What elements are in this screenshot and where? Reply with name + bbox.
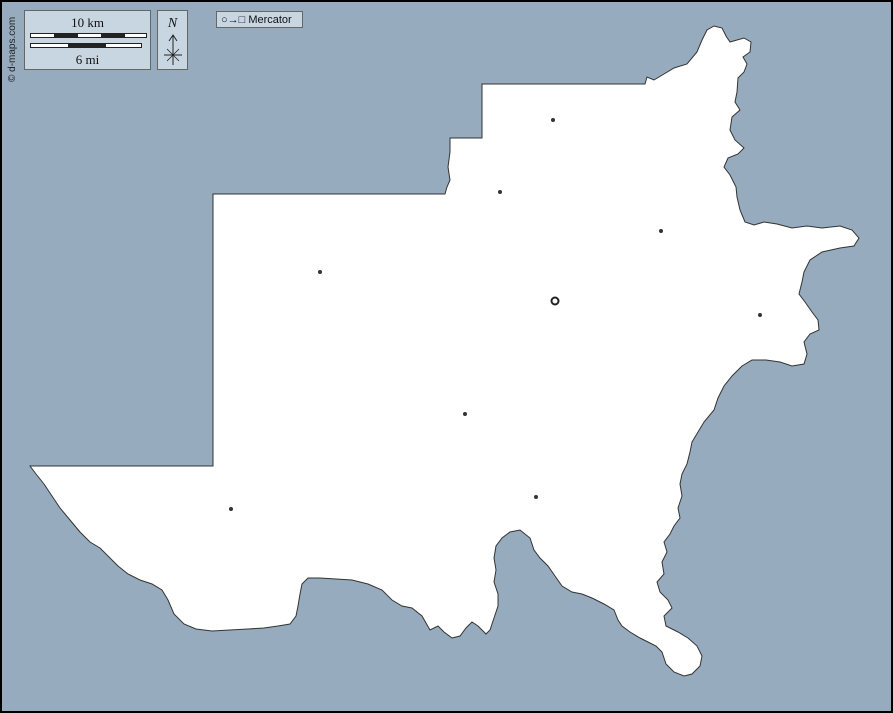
map-credit: © d-maps.com [7, 16, 18, 82]
map-canvas [2, 2, 891, 711]
square-icon: □ [238, 13, 246, 26]
projection-label: ○ → □ Mercator [216, 11, 303, 28]
town-dot[interactable] [463, 412, 467, 416]
circle-icon: ○ [221, 13, 228, 26]
north-label: N [167, 16, 178, 31]
town-dot[interactable] [229, 507, 233, 511]
town-dot[interactable] [659, 229, 663, 233]
compass-icon [164, 34, 182, 65]
town-dot[interactable] [551, 118, 555, 122]
town-dot[interactable] [534, 495, 538, 499]
scale-metric-bar [30, 33, 147, 38]
scale-bar-panel: 10 km 6 mi [24, 10, 151, 70]
scale-imperial-label: 6 mi [75, 52, 100, 67]
projection-name: Mercator [248, 13, 292, 26]
arrow-right-icon: → [227, 13, 239, 26]
town-dot[interactable] [318, 270, 322, 274]
town-dot[interactable] [498, 190, 502, 194]
map-frame: © d-maps.com 10 km 6 mi N ○ → □ Mercator [0, 0, 893, 713]
scale-imperial-bar [30, 43, 142, 48]
north-arrow-panel: N [157, 10, 188, 70]
town-dot[interactable] [758, 313, 762, 317]
scale-metric-label: 10 km [71, 15, 104, 30]
